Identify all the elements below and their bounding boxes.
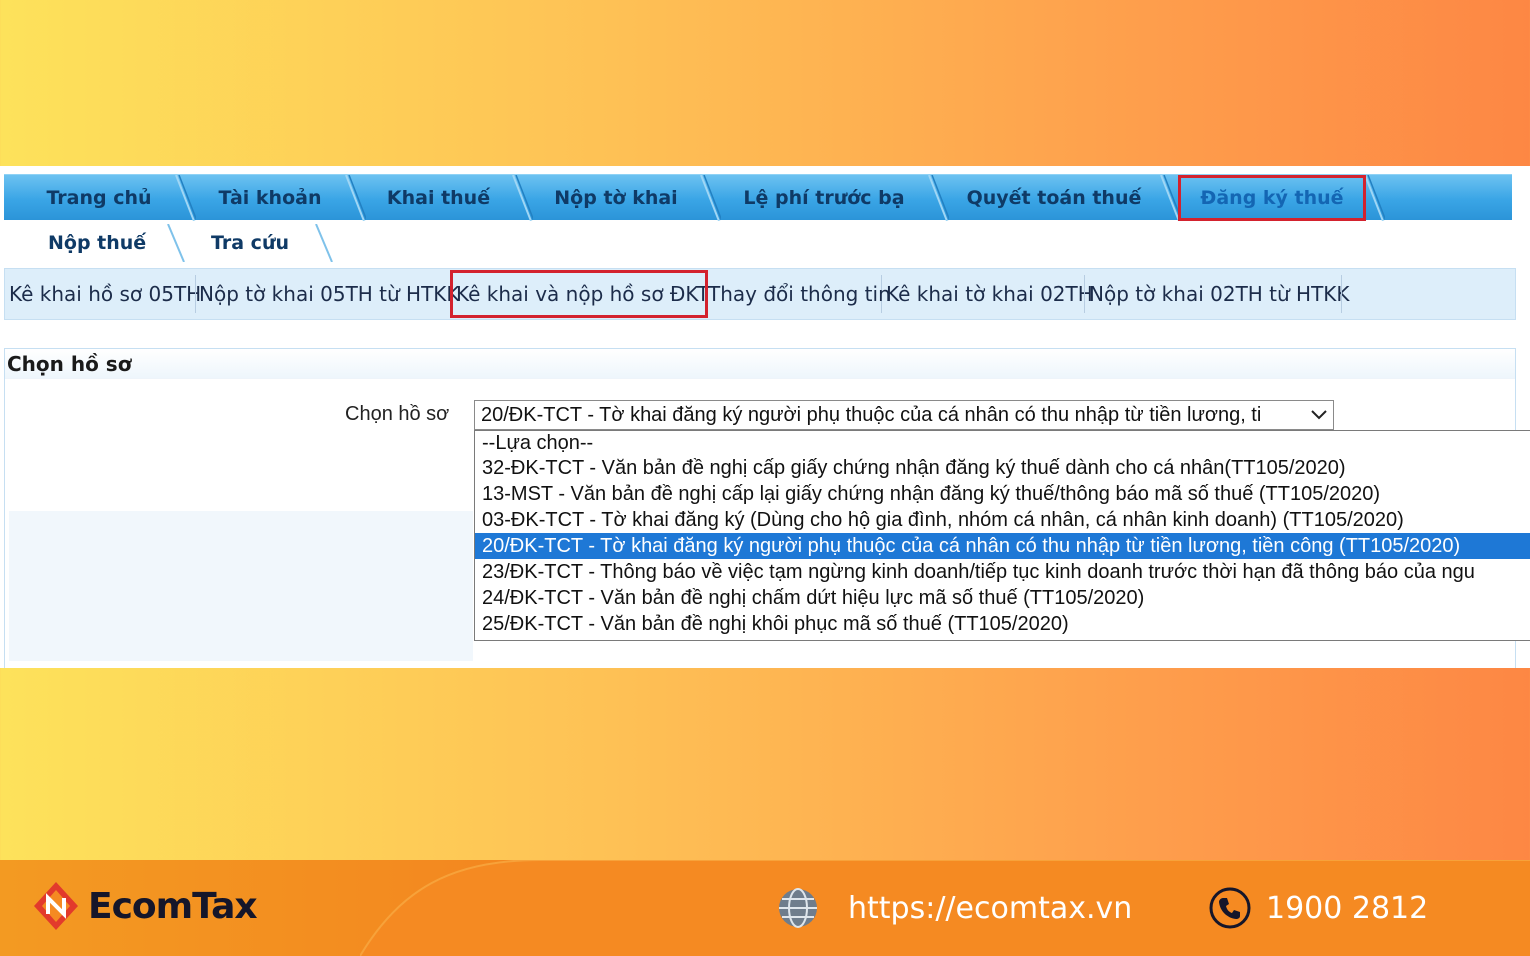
subtab-separator (166, 224, 186, 262)
func-divider (451, 275, 452, 313)
section-background (9, 511, 473, 661)
phone-number[interactable]: 1900 2812 (1266, 891, 1428, 926)
subtab-nop-thue[interactable]: Nộp thuế (48, 222, 146, 264)
dropdown-option[interactable]: 24/ĐK-TCT - Văn bản đề nghị chấm dứt hiệ… (475, 585, 1530, 611)
sub-nav: Nộp thuế Tra cứu (4, 222, 404, 264)
func-ke-khai-nop-ho-so-dkt[interactable]: Kê khai và nộp hồ sơ ĐKT (456, 269, 709, 319)
tab-nop-to-khai[interactable]: Nộp tờ khai (533, 175, 699, 221)
tab-tai-khoan[interactable]: Tài khoản (196, 175, 344, 221)
tab-dang-ky-thue[interactable]: Đăng ký thuế (1181, 175, 1363, 221)
dropdown-option[interactable]: 32-ĐK-TCT - Văn bản đề nghị cấp giấy chứ… (475, 455, 1530, 481)
dropdown-option[interactable]: 03-ĐK-TCT - Tờ khai đăng ký (Dùng cho hộ… (475, 507, 1530, 533)
dropdown-option[interactable]: --Lựa chọn-- (475, 431, 1530, 455)
form-select-value: 20/ĐK-TCT - Tờ khai đăng ký người phụ th… (481, 403, 1262, 426)
func-nop-to-khai-02th[interactable]: Nộp tờ khai 02TH từ HTKK (1089, 269, 1350, 319)
section-title: Chọn hồ sơ (7, 352, 132, 376)
form-select[interactable]: 20/ĐK-TCT - Tờ khai đăng ký người phụ th… (474, 400, 1334, 430)
choose-form-label: Chọn hồ sơ (345, 403, 450, 425)
dropdown-option-selected[interactable]: 20/ĐK-TCT - Tờ khai đăng ký người phụ th… (475, 533, 1530, 559)
section-header: Chọn hồ sơ (5, 349, 1515, 379)
tab-quyet-toan-thue[interactable]: Quyết toán thuế (949, 175, 1159, 221)
website-link[interactable]: https://ecomtax.vn (848, 891, 1132, 926)
brand-name: EcomTax (88, 885, 258, 927)
dropdown-option[interactable]: 25/ĐK-TCT - Văn bản đề nghị khôi phục mã… (475, 611, 1530, 637)
func-divider (1341, 275, 1342, 313)
func-divider (195, 275, 196, 313)
tab-le-phi-truoc-ba[interactable]: Lệ phí trước bạ (721, 175, 927, 221)
tax-portal-screenshot: Trang chủ Tài khoản Khai thuế Nộp tờ kha… (0, 166, 1530, 668)
website-contact[interactable]: https://ecomtax.vn (776, 880, 1132, 936)
phone-contact[interactable]: 1900 2812 (1208, 880, 1428, 936)
ecomtax-logo-icon (34, 882, 78, 930)
dropdown-option[interactable]: 13-MST - Văn bản đề nghị cấp lại giấy ch… (475, 481, 1530, 507)
func-divider (1084, 275, 1085, 313)
tab-separator (344, 175, 366, 221)
func-ke-khai-02th[interactable]: Kê khai tờ khai 02TH (886, 269, 1093, 319)
function-bar: Kê khai hồ sơ 05TH Nộp tờ khai 05TH từ H… (4, 268, 1516, 320)
chevron-down-icon (1305, 401, 1333, 429)
func-nop-to-khai-05th[interactable]: Nộp tờ khai 05TH từ HTKK (199, 269, 460, 319)
brand: EcomTax (30, 878, 258, 934)
tab-separator (511, 175, 533, 221)
phone-icon (1209, 887, 1251, 929)
globe-icon (779, 888, 817, 928)
dropdown-option[interactable]: 23/ĐK-TCT - Thông báo về việc tạm ngừng … (475, 559, 1530, 585)
tab-khai-thue[interactable]: Khai thuế (366, 175, 511, 221)
tab-separator (1159, 175, 1181, 221)
form-dropdown-list: --Lựa chọn-- 32-ĐK-TCT - Văn bản đề nghị… (474, 430, 1530, 641)
tab-separator (699, 175, 721, 221)
subtab-separator (314, 224, 334, 262)
footer: EcomTax https://ecomtax.vn 1900 2812 (0, 860, 1530, 956)
tab-separator (174, 175, 196, 221)
tab-separator (1363, 175, 1385, 221)
subtab-tra-cuu[interactable]: Tra cứu (211, 222, 289, 264)
func-thay-doi-thong-tin[interactable]: Thay đổi thông tin (708, 269, 891, 319)
func-ke-khai-05th[interactable]: Kê khai hồ sơ 05TH (9, 269, 201, 319)
tab-trang-chu[interactable]: Trang chủ (24, 175, 174, 221)
tab-separator (927, 175, 949, 221)
main-nav: Trang chủ Tài khoản Khai thuế Nộp tờ kha… (4, 174, 1512, 221)
